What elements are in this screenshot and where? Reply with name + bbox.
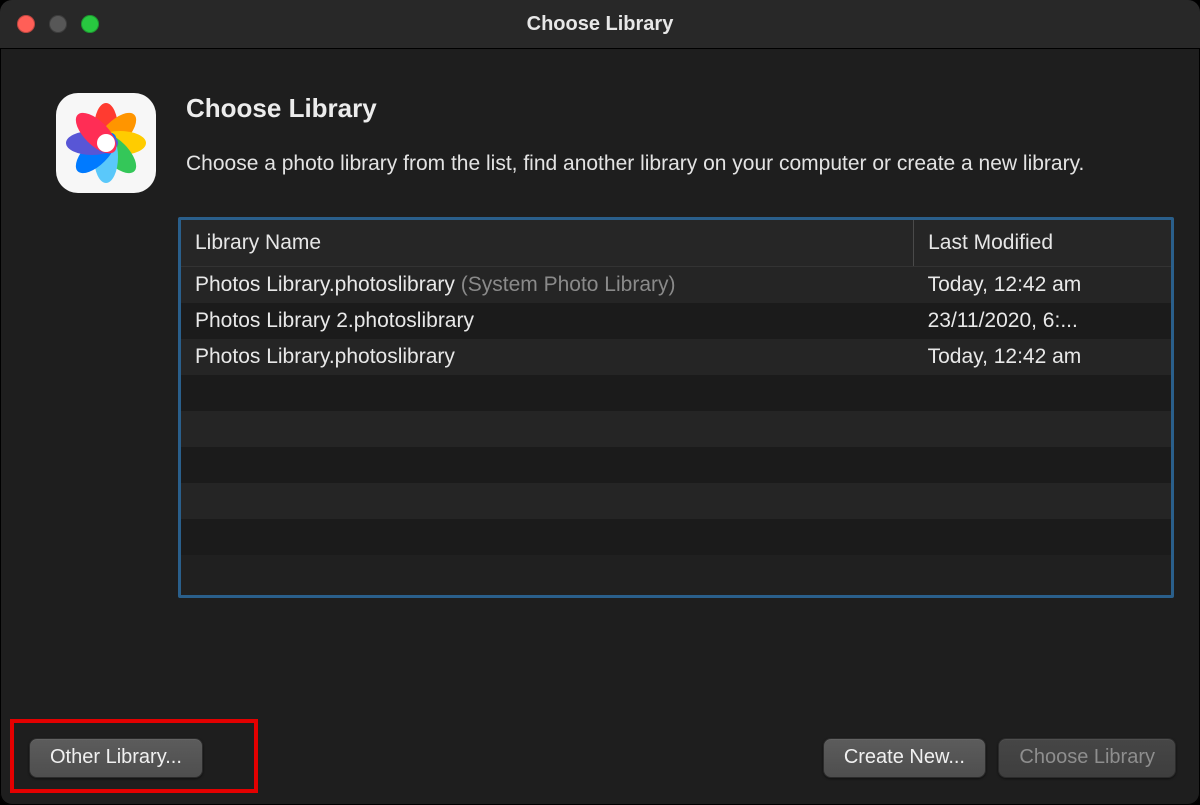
- library-note: (System Photo Library): [461, 273, 676, 296]
- library-modified: 23/11/2020, 6:...: [914, 303, 1171, 339]
- dialog-footer: Other Library... Create New... Choose Li…: [0, 709, 1200, 805]
- table-row: [181, 375, 1171, 411]
- dialog-description: Choose a photo library from the list, fi…: [186, 150, 1164, 178]
- table-row: [181, 447, 1171, 483]
- window-title: Choose Library: [0, 0, 1200, 48]
- dialog-heading: Choose Library: [186, 93, 1164, 124]
- header-text: Choose Library Choose a photo library fr…: [186, 93, 1174, 178]
- dialog-body: Choose Library Choose a photo library fr…: [0, 49, 1200, 805]
- library-modified: Today, 12:42 am: [914, 267, 1171, 304]
- table-row: [181, 519, 1171, 555]
- table-header-row: Library Name Last Modified: [181, 220, 1171, 267]
- header-row: Choose Library Choose a photo library fr…: [26, 93, 1174, 193]
- table-row: [181, 483, 1171, 519]
- titlebar: Choose Library: [0, 0, 1200, 49]
- table-row[interactable]: Photos Library.photoslibrary (System Pho…: [181, 267, 1171, 304]
- col-library-name[interactable]: Library Name: [181, 220, 914, 267]
- library-name: Photos Library 2.photoslibrary: [195, 309, 474, 332]
- create-new-button[interactable]: Create New...: [823, 738, 986, 778]
- table-row[interactable]: Photos Library.photoslibrary Today, 12:4…: [181, 339, 1171, 375]
- library-table[interactable]: Library Name Last Modified Photos Librar…: [178, 217, 1174, 598]
- choose-library-button: Choose Library: [998, 738, 1176, 778]
- library-name: Photos Library.photoslibrary: [195, 345, 455, 368]
- table-row: [181, 411, 1171, 447]
- table-row[interactable]: Photos Library 2.photoslibrary 23/11/202…: [181, 303, 1171, 339]
- photos-app-icon: [56, 93, 156, 193]
- choose-library-window: Choose Library: [0, 0, 1200, 805]
- library-name: Photos Library.photoslibrary: [195, 273, 455, 296]
- other-library-button[interactable]: Other Library...: [29, 738, 203, 778]
- col-last-modified[interactable]: Last Modified: [914, 220, 1171, 267]
- library-modified: Today, 12:42 am: [914, 339, 1171, 375]
